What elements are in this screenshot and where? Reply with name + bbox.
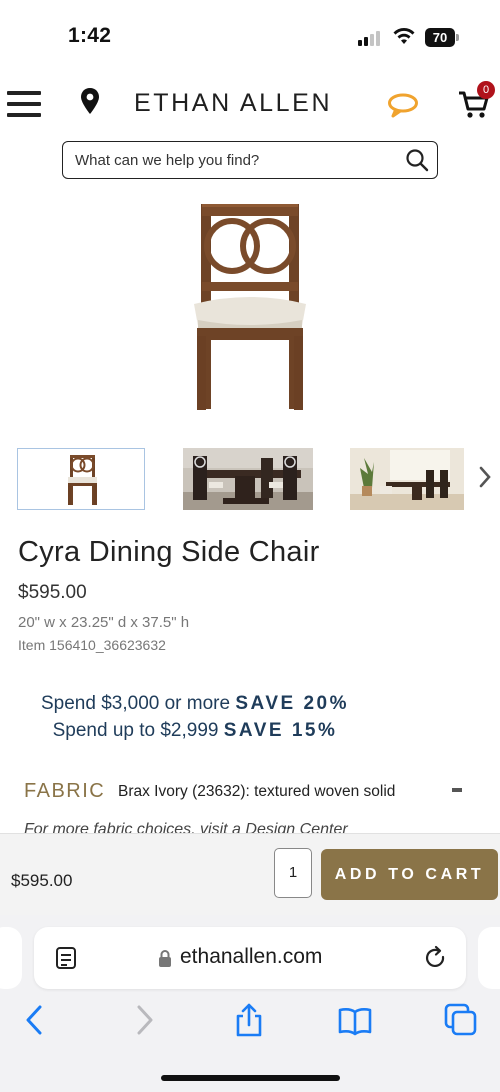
status-bar: 1:42 70 bbox=[0, 0, 500, 62]
chair-thumbnail[interactable] bbox=[17, 448, 145, 510]
promo-line-1-save: SAVE 20% bbox=[235, 693, 349, 714]
product-item-number: Item 156410_36623632 bbox=[18, 637, 166, 653]
share-icon[interactable] bbox=[232, 1003, 266, 1037]
product-image[interactable] bbox=[180, 196, 320, 416]
fabric-label: FABRIC bbox=[24, 780, 106, 802]
menu-icon[interactable] bbox=[7, 91, 41, 117]
search-bar[interactable] bbox=[62, 141, 438, 179]
site-header: ETHAN ALLEN bbox=[0, 72, 500, 132]
reader-mode-icon[interactable] bbox=[54, 945, 78, 971]
chevron-right-icon[interactable] bbox=[476, 464, 494, 490]
previous-tab-preview[interactable] bbox=[0, 927, 22, 989]
cart-count-badge: 0 bbox=[477, 81, 495, 99]
location-pin-icon[interactable] bbox=[80, 88, 100, 114]
wifi-icon bbox=[393, 28, 415, 44]
cellular-signal-icon bbox=[358, 30, 384, 46]
lock-icon bbox=[159, 950, 171, 967]
promo-line-2: Spend up to $2,999 SAVE 15% bbox=[0, 720, 390, 742]
fabric-value: Brax Ivory (23632): textured woven solid bbox=[118, 783, 396, 800]
quantity-input[interactable]: 1 bbox=[274, 848, 312, 898]
dining-room-thumbnail-1[interactable] bbox=[183, 448, 313, 510]
address-bar[interactable]: ethanallen.com bbox=[34, 927, 466, 989]
url-text[interactable]: ethanallen.com bbox=[180, 945, 322, 969]
battery-level: 70 bbox=[425, 28, 455, 47]
chat-icon[interactable] bbox=[387, 92, 419, 118]
promo-line-2-text: Spend up to $2,999 bbox=[52, 720, 224, 741]
thumbnail-strip bbox=[0, 448, 500, 512]
product-price: $595.00 bbox=[18, 582, 87, 603]
forward-icon[interactable] bbox=[127, 1003, 161, 1037]
add-to-cart-button[interactable]: ADD TO CART bbox=[321, 849, 498, 900]
brand-logo[interactable]: ETHAN ALLEN bbox=[134, 89, 332, 118]
browser-toolbar: ethanallen.com bbox=[0, 915, 500, 1092]
tabs-icon[interactable] bbox=[444, 1003, 478, 1037]
promo-line-1-text: Spend $3,000 or more bbox=[41, 693, 236, 714]
fabric-collapse-toggle[interactable] bbox=[452, 788, 462, 792]
search-icon[interactable] bbox=[405, 148, 429, 172]
back-icon[interactable] bbox=[18, 1003, 52, 1037]
battery-icon: 70 bbox=[425, 28, 459, 47]
bookmarks-icon[interactable] bbox=[338, 1003, 372, 1037]
home-indicator bbox=[161, 1075, 340, 1081]
product-title: Cyra Dining Side Chair bbox=[18, 536, 320, 568]
promo-line-2-save: SAVE 15% bbox=[223, 720, 338, 741]
next-tab-preview[interactable] bbox=[478, 927, 500, 989]
dining-room-thumbnail-2[interactable] bbox=[350, 448, 464, 510]
status-time: 1:42 bbox=[68, 24, 112, 47]
search-input[interactable] bbox=[75, 150, 395, 170]
reload-icon[interactable] bbox=[423, 945, 449, 971]
promo-line-1: Spend $3,000 or more SAVE 20% bbox=[0, 693, 390, 715]
cart-bar-price: $595.00 bbox=[11, 871, 73, 890]
add-to-cart-bar: $595.00 1 ADD TO CART bbox=[0, 833, 500, 915]
product-dimensions: 20" w x 23.25" d x 37.5" h bbox=[18, 614, 190, 631]
